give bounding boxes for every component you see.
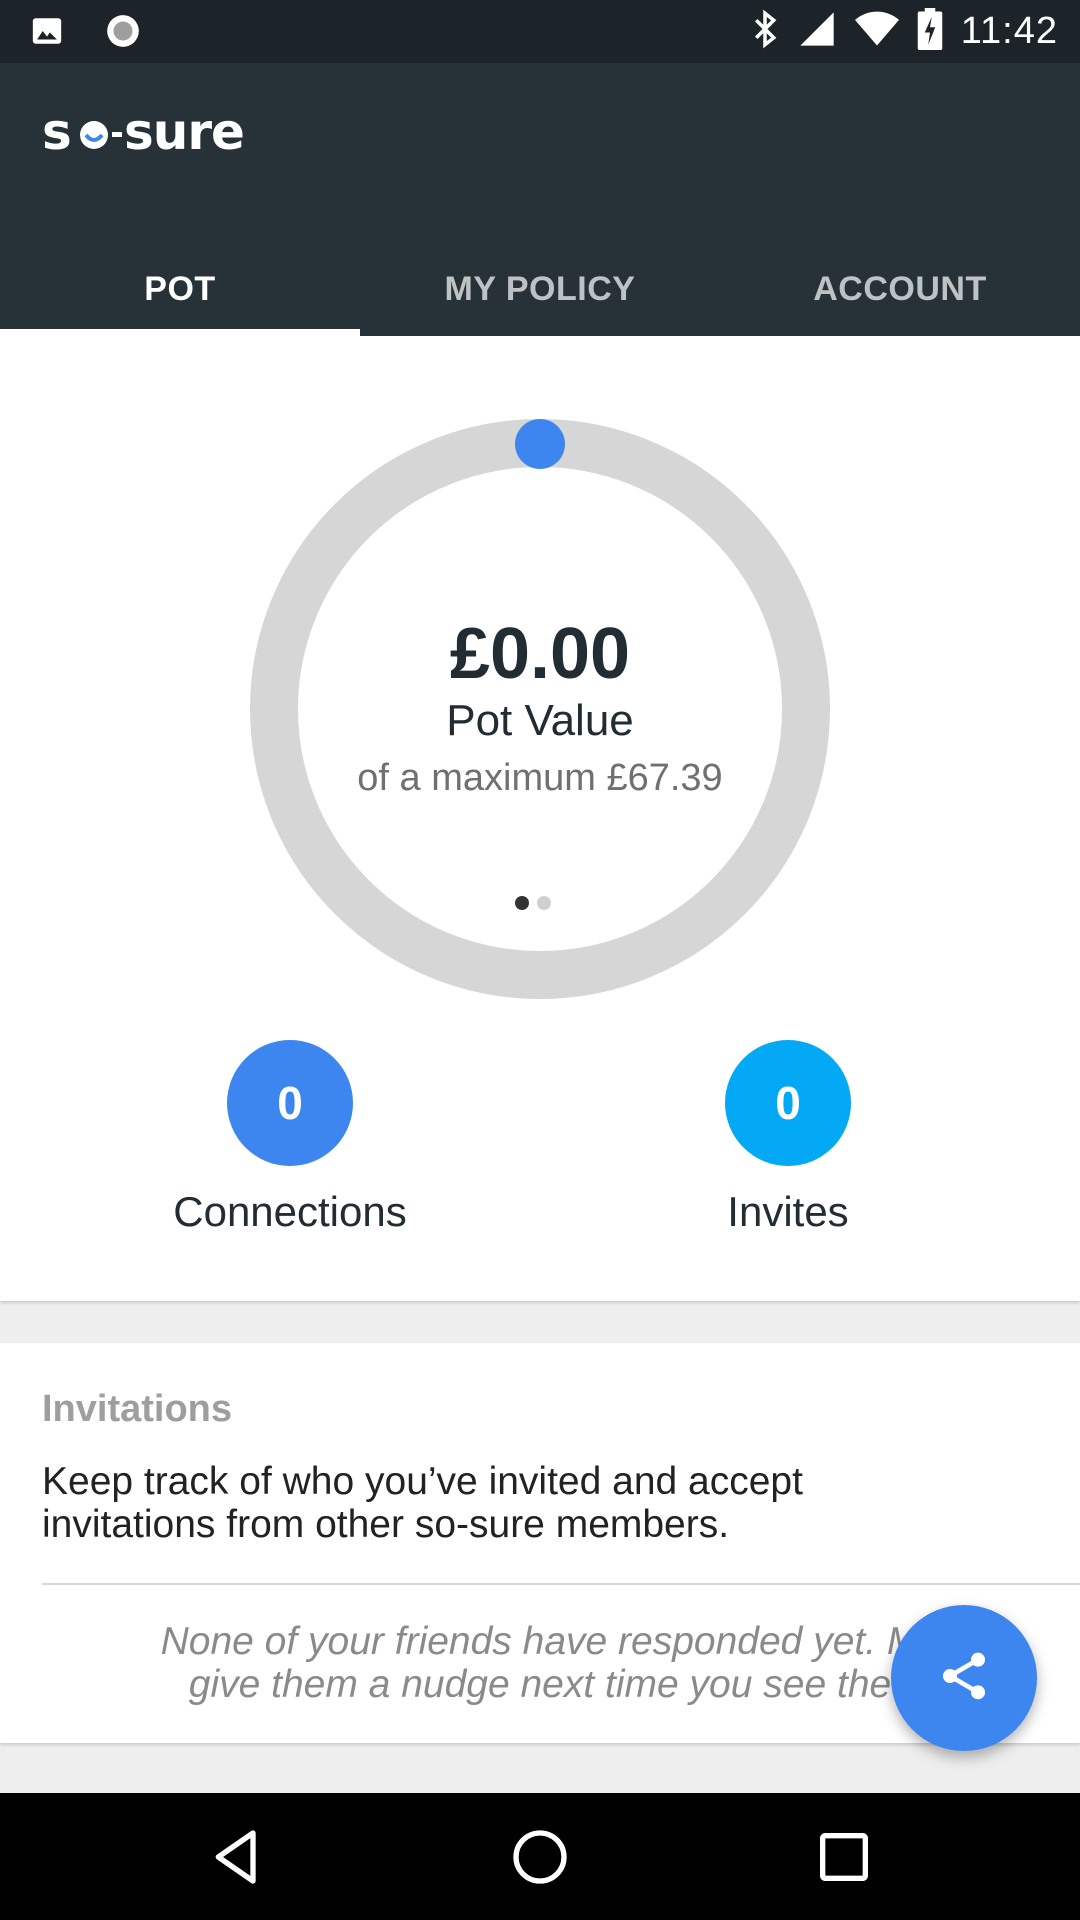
signal-icon bbox=[797, 9, 837, 54]
svg-text:s: s bbox=[42, 105, 71, 161]
svg-text:sure: sure bbox=[124, 105, 244, 161]
wifi-icon bbox=[854, 9, 899, 54]
system-nav-bar bbox=[0, 1793, 1080, 1920]
share-button[interactable] bbox=[891, 1605, 1037, 1751]
connections-label: Connections bbox=[173, 1188, 407, 1235]
tab-my-policy[interactable]: MY POLICY bbox=[360, 243, 720, 336]
invites-stat[interactable]: 0 Invites bbox=[588, 1040, 988, 1236]
invites-count: 0 bbox=[725, 1040, 851, 1166]
pot-card: £0.00 Pot Value of a maximum £67.39 0 Co… bbox=[0, 336, 1080, 1301]
recents-button[interactable] bbox=[812, 1825, 876, 1889]
pot-progress-indicator bbox=[515, 419, 565, 469]
page-dot-2 bbox=[537, 896, 551, 910]
logo-mark: s sure bbox=[42, 103, 245, 161]
page-indicator[interactable] bbox=[515, 896, 551, 910]
tab-account[interactable]: ACCOUNT bbox=[720, 243, 1080, 336]
connections-stat[interactable]: 0 Connections bbox=[90, 1040, 490, 1236]
tab-pot[interactable]: POT bbox=[0, 243, 360, 336]
image-icon bbox=[30, 14, 64, 53]
back-icon bbox=[215, 1830, 256, 1884]
app-logo: s sure so-sure bbox=[42, 103, 262, 175]
home-icon bbox=[513, 1830, 567, 1884]
status-bar: 11:42 bbox=[0, 0, 1080, 63]
invitations-title: Invitations bbox=[42, 1388, 233, 1430]
recents-icon bbox=[820, 1833, 868, 1881]
home-button[interactable] bbox=[508, 1825, 572, 1889]
page-dot-1 bbox=[515, 896, 529, 910]
invitations-empty-message: None of your friends have responded yet.… bbox=[160, 1620, 920, 1706]
invitations-description: Keep track of who you’ve invited and acc… bbox=[42, 1460, 803, 1546]
tab-bar: POT MY POLICY ACCOUNT bbox=[0, 243, 1080, 336]
connections-count: 0 bbox=[227, 1040, 353, 1166]
battery-charging-icon bbox=[917, 8, 943, 55]
pot-value-label: Pot Value bbox=[446, 696, 634, 745]
pot-maximum: of a maximum £67.39 bbox=[357, 757, 723, 799]
share-icon bbox=[936, 1648, 992, 1709]
pot-value: £0.00 bbox=[449, 614, 631, 694]
app-bar: s sure so-sure POT MY POLICY ACCOUNT bbox=[0, 63, 1080, 336]
clock: 11:42 bbox=[960, 10, 1058, 52]
invites-label: Invites bbox=[727, 1188, 849, 1235]
bluetooth-icon bbox=[751, 8, 779, 55]
divider bbox=[42, 1583, 1080, 1585]
record-icon bbox=[104, 12, 142, 55]
back-button[interactable] bbox=[205, 1825, 269, 1889]
